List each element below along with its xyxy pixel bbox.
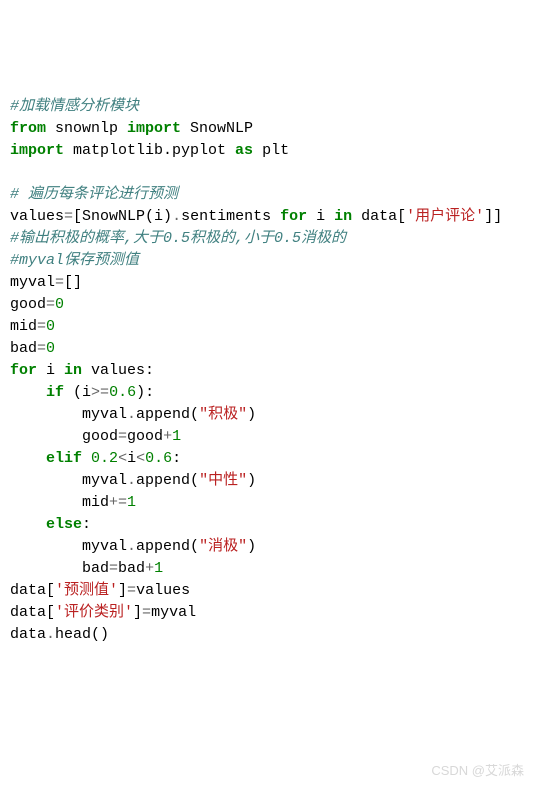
text: bad <box>118 560 145 577</box>
text: good <box>82 428 118 445</box>
text: plt <box>253 142 289 159</box>
number: 0.2 <box>91 450 118 467</box>
operator: = <box>46 296 55 313</box>
string: "积极" <box>199 406 247 423</box>
text: sentiments <box>181 208 280 225</box>
keyword-elif: elif <box>46 450 82 467</box>
text: i <box>307 208 334 225</box>
text: bad <box>82 560 109 577</box>
text: mid <box>82 494 109 511</box>
string: "消极" <box>199 538 247 555</box>
text: bad <box>10 340 37 357</box>
text: myval <box>10 274 55 291</box>
text: mid <box>10 318 37 335</box>
text: ) <box>247 472 256 489</box>
number: 1 <box>172 428 181 445</box>
operator: += <box>109 494 127 511</box>
text: : <box>82 516 91 533</box>
text: head() <box>55 626 109 643</box>
text: ]] <box>484 208 502 225</box>
operator: = <box>142 604 151 621</box>
text: values <box>10 208 64 225</box>
operator: < <box>118 450 127 467</box>
keyword-for: for <box>10 362 37 379</box>
number: 0 <box>46 340 55 357</box>
operator: = <box>109 560 118 577</box>
text: data[ <box>10 582 55 599</box>
text: good <box>10 296 46 313</box>
operator: = <box>127 582 136 599</box>
text: ] <box>133 604 142 621</box>
text: (i <box>64 384 91 401</box>
number: 1 <box>154 560 163 577</box>
keyword-if: if <box>46 384 64 401</box>
watermark: CSDN @艾派森 <box>431 760 524 782</box>
operator: = <box>64 208 73 225</box>
operator: . <box>46 626 55 643</box>
operator: = <box>37 318 46 335</box>
keyword-else: else <box>46 516 82 533</box>
keyword-import: import <box>127 120 181 137</box>
text: append( <box>136 406 199 423</box>
comment: #输出积极的概率,大于0.5积极的,小于0.5消极的 <box>10 230 346 247</box>
keyword-from: from <box>10 120 46 137</box>
text: good <box>127 428 163 445</box>
text: myval <box>82 406 127 423</box>
text: ) <box>247 538 256 555</box>
text: myval <box>82 538 127 555</box>
text <box>82 450 91 467</box>
string: "中性" <box>199 472 247 489</box>
text: data <box>10 626 46 643</box>
number: 0.6 <box>145 450 172 467</box>
text: append( <box>136 472 199 489</box>
operator: = <box>118 428 127 445</box>
operator: . <box>127 406 136 423</box>
text: : <box>172 450 181 467</box>
text: append( <box>136 538 199 555</box>
string: '预测值' <box>55 582 118 599</box>
operator: + <box>163 428 172 445</box>
operator: < <box>136 450 145 467</box>
text: ] <box>118 582 127 599</box>
keyword-in: in <box>64 362 82 379</box>
text: [] <box>64 274 82 291</box>
text: ): <box>136 384 154 401</box>
text: i <box>37 362 64 379</box>
text: SnowNLP <box>181 120 253 137</box>
keyword-as: as <box>235 142 253 159</box>
text: myval <box>82 472 127 489</box>
text: matplotlib.pyplot <box>64 142 235 159</box>
keyword-in: in <box>334 208 352 225</box>
number: 0 <box>55 296 64 313</box>
number: 1 <box>127 494 136 511</box>
operator: . <box>127 472 136 489</box>
keyword-for: for <box>280 208 307 225</box>
comment: #myval保存预测值 <box>10 252 139 269</box>
keyword-import: import <box>10 142 64 159</box>
text: myval <box>151 604 196 621</box>
operator: = <box>55 274 64 291</box>
number: 0 <box>46 318 55 335</box>
comment: # 遍历每条评论进行预测 <box>10 186 178 203</box>
text: data[ <box>10 604 55 621</box>
text: data[ <box>352 208 406 225</box>
text: i <box>127 450 136 467</box>
number: 0.6 <box>109 384 136 401</box>
operator: + <box>145 560 154 577</box>
text: snownlp <box>46 120 127 137</box>
text: ) <box>247 406 256 423</box>
code-block: #加载情感分析模块 from snownlp import SnowNLP im… <box>10 96 524 646</box>
operator: = <box>37 340 46 357</box>
text: values: <box>82 362 154 379</box>
operator: >= <box>91 384 109 401</box>
operator: . <box>127 538 136 555</box>
comment: #加载情感分析模块 <box>10 98 139 115</box>
text: values <box>136 582 190 599</box>
operator: . <box>172 208 181 225</box>
text: [SnowNLP(i) <box>73 208 172 225</box>
string: '评价类别' <box>55 604 133 621</box>
string: '用户评论' <box>406 208 484 225</box>
